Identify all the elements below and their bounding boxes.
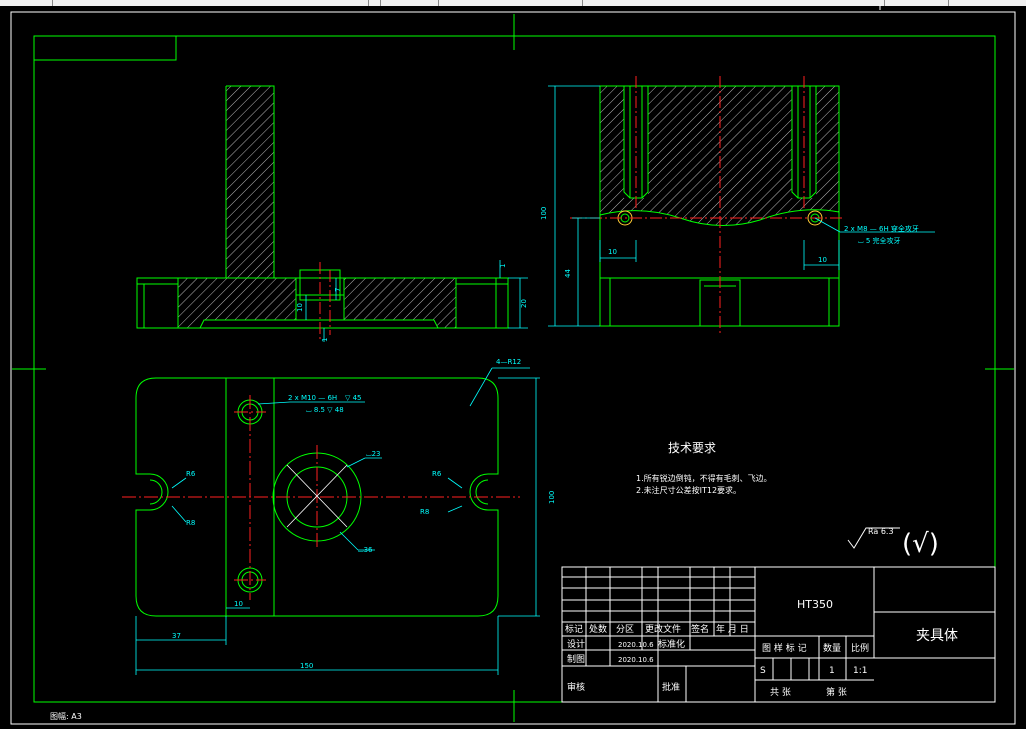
total-sheets: 共 张 <box>770 687 791 698</box>
front-view: 10 7 20 1 1 <box>136 85 528 342</box>
qty-label: 数量 <box>823 642 841 654</box>
front-hatch-upright <box>226 86 274 278</box>
inner-frame <box>33 35 996 703</box>
stage-value: S <box>760 666 766 676</box>
top-r6-left: R6 <box>186 470 196 478</box>
part-name: 夹具体 <box>916 628 958 644</box>
front-dim-7: 7 <box>334 288 342 292</box>
side-thread-depth: ⌴ 5 完全攻牙 <box>858 236 901 245</box>
stage-label: 图 样 标 记 <box>762 642 807 654</box>
tech-title: 技术要求 <box>668 441 716 455</box>
paper-size: 图幅: A3 <box>50 711 82 721</box>
roughness-general: (√) <box>902 529 939 559</box>
approve-label: 批准 <box>662 681 680 693</box>
front-hatch-base-left <box>178 295 296 328</box>
roughness-label: Ra 6.3 <box>868 527 894 536</box>
header-change-doc: 更改文件 <box>645 623 681 635</box>
draw-label: 制图 <box>567 653 585 665</box>
cad-drawing-canvas[interactable]: 10 7 20 1 1 100 44 10 10 2 x M8 — 6H 穿全攻… <box>0 0 1026 729</box>
technical-requirements: 技术要求 1.所有锐边倒钝，不得有毛刺、飞边。 2.未注尺寸公差按IT12要求。 <box>636 441 772 495</box>
review-label: 审核 <box>567 681 585 693</box>
scale-label: 比例 <box>851 642 869 654</box>
top-hole-note-2: ▽ 45 <box>345 394 362 402</box>
tech-line-2: 2.未注尺寸公差按IT12要求。 <box>636 485 741 495</box>
top-dim-100: 100 <box>548 491 556 504</box>
header-zone: 分区 <box>616 624 634 635</box>
top-sq36: ⌴36 <box>358 546 373 554</box>
sheet-number: 第 张 <box>826 686 847 698</box>
draw-date: 2020.10.6 <box>618 656 654 664</box>
side-view: 100 44 10 10 2 x M8 — 6H 穿全攻牙 ⌴ 5 完全攻牙 <box>540 76 935 335</box>
header-sign: 签名 <box>691 623 709 635</box>
header-mark: 标记 <box>565 623 583 635</box>
top-corner-radius: 4—R12 <box>496 358 521 366</box>
std-label: 标准化 <box>658 638 685 650</box>
front-hatch-left <box>178 278 296 295</box>
top-r8-right: R8 <box>420 508 429 516</box>
design-date: 2020.10.6 <box>618 641 654 649</box>
header-date: 年 月 日 <box>716 623 749 635</box>
roughness-symbol: Ra 6.3 (√) <box>847 527 939 559</box>
corner-code-box <box>33 35 177 61</box>
side-dim-44: 44 <box>564 269 572 278</box>
top-hole-note-1: 2 x M10 — 6H <box>288 394 337 402</box>
top-dim-10: 10 <box>234 600 243 608</box>
top-sq23: ⌴23 <box>366 450 381 458</box>
front-dim-1b: 1 <box>321 338 329 342</box>
design-label: 设计 <box>567 638 585 650</box>
side-dim-10b: 10 <box>818 256 827 264</box>
header-count: 处数 <box>589 623 607 635</box>
tech-line-1: 1.所有锐边倒钝，不得有毛刺、飞边。 <box>636 473 772 483</box>
top-hole-note-3: ⌴ 8.5 ▽ 48 <box>306 406 344 414</box>
front-dim-20: 20 <box>520 299 528 308</box>
title-block-text: HT350 夹具体 标记 处数 分区 更改文件 签名 年 月 日 设计 2020… <box>565 598 958 698</box>
side-dim-10a: 10 <box>608 248 617 256</box>
top-r8-left: R8 <box>186 519 195 527</box>
scale-value: 1:1 <box>853 666 867 676</box>
material-label: HT350 <box>797 598 833 611</box>
front-dim-1a: 1 <box>499 264 507 268</box>
top-r6-right: R6 <box>432 470 442 478</box>
qty-value: 1 <box>829 666 835 676</box>
side-dim-100: 100 <box>540 207 548 220</box>
top-dim-150: 150 <box>300 662 313 670</box>
front-dim-10: 10 <box>296 303 304 312</box>
top-dim-37: 37 <box>172 632 181 640</box>
side-thread-note: 2 x M8 — 6H 穿全攻牙 <box>844 224 919 233</box>
top-view: 4—R12 2 x M10 — 6H ▽ 45 ⌴ 8.5 ▽ 48 ⌴23 ⌴… <box>122 358 556 675</box>
